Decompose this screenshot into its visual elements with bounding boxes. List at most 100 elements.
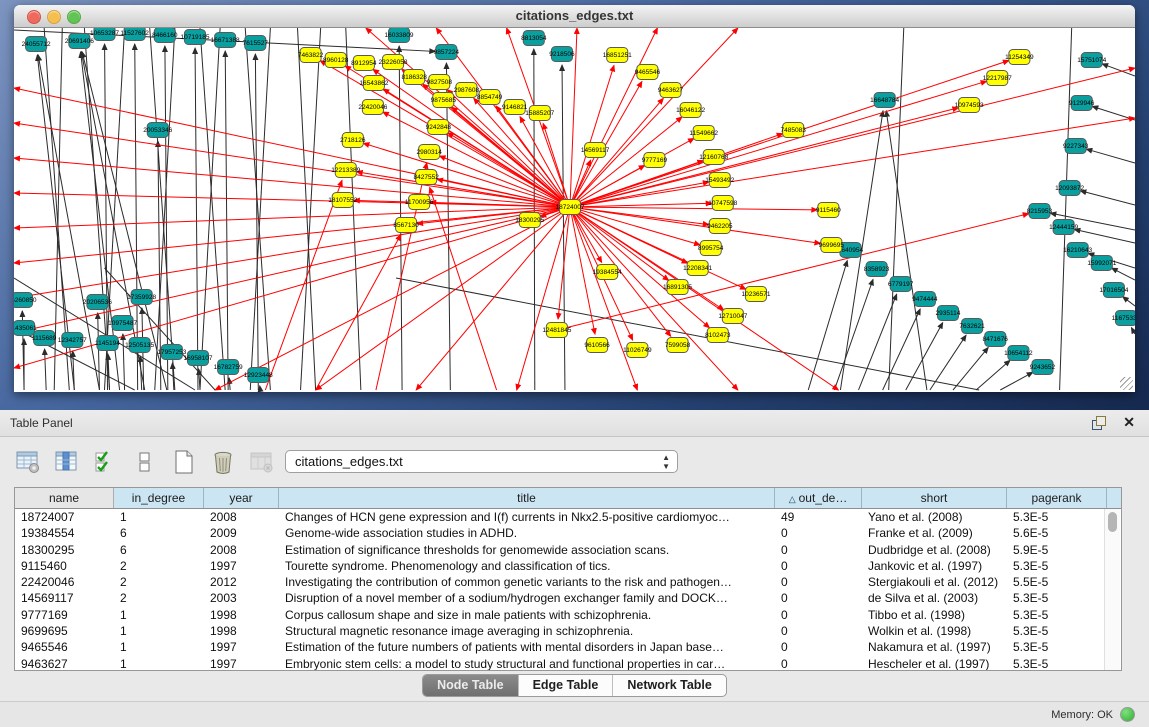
network-node-label: 9462205 [707, 223, 733, 230]
network-canvas[interactable]: 1872400724055712206914061065328711527602… [14, 28, 1135, 392]
network-node-label: 12505135 [125, 342, 154, 349]
column-header-short[interactable]: short [862, 488, 1007, 508]
network-node-label: 18724007 [555, 204, 584, 211]
table-cell: 5.9E-5 [1007, 542, 1107, 558]
table-cell: Corpus callosum shape and size in male p… [279, 607, 775, 623]
tab-node-table[interactable]: Node Table [423, 675, 518, 696]
network-node-label: 14569117 [581, 147, 610, 154]
table-cell: 5.3E-5 [1007, 590, 1107, 606]
table-cell: 9115460 [15, 558, 114, 574]
window-title: citations_edges.txt [14, 8, 1135, 23]
column-header-name[interactable]: name [15, 488, 114, 508]
row-height-button[interactable] [131, 448, 159, 476]
table-cell: Nakamura et al. (1997) [862, 639, 1007, 655]
network-node-label: 20053346 [143, 127, 172, 134]
table-row[interactable]: 1830029562008Estimation of significance … [15, 542, 1121, 558]
network-node-label: 2987608 [454, 87, 480, 94]
select-columns-button[interactable] [92, 448, 120, 476]
close-panel-icon[interactable]: ✕ [1123, 414, 1135, 430]
network-node-label: 7599058 [665, 342, 691, 349]
table-header-row: namein_degreeyeartitle△out_de…shortpager… [15, 488, 1121, 509]
network-node-label: 22420046 [358, 104, 387, 111]
checklist-icon [93, 449, 119, 475]
table-row[interactable]: 946554611997Estimation of the future num… [15, 639, 1121, 655]
network-node-label: 16210643 [1063, 247, 1092, 254]
network-node-label: 16648784 [870, 97, 899, 104]
table-cell: 0 [775, 639, 862, 655]
network-node-label: 10653287 [90, 30, 119, 37]
network-node-label: 8466160 [152, 32, 178, 39]
network-node-label: 10974593 [955, 102, 984, 109]
table-cell: 6 [114, 542, 204, 558]
network-node-label: 12444159 [1049, 224, 1078, 231]
network-node-label: 9827508 [427, 79, 453, 86]
table-cell: 1 [114, 509, 204, 525]
table-cell: 9463627 [15, 656, 114, 671]
table-row[interactable]: 1872400712008Changes of HCN gene express… [15, 509, 1121, 525]
table-selector-dropdown[interactable]: citations_edges.txt ▲▼ [285, 450, 678, 473]
network-node-label: 10654112 [1004, 350, 1033, 357]
table-row[interactable]: 1456911722003Disruption of a novel membe… [15, 590, 1121, 606]
network-node-label: 19384554 [593, 269, 622, 276]
network-node-label: 10747598 [708, 200, 737, 207]
table-cell: 2003 [204, 590, 279, 606]
column-header-year[interactable]: year [204, 488, 279, 508]
network-node-label: 15885207 [525, 110, 554, 117]
network-node-label: 16782759 [214, 364, 243, 371]
delete-columns-button[interactable] [209, 448, 237, 476]
table-row[interactable]: 2242004622012Investigating the contribut… [15, 574, 1121, 590]
network-node-label: 20691406 [65, 38, 94, 45]
network-node-label: 15493492 [705, 177, 734, 184]
delete-table-button[interactable] [248, 448, 276, 476]
new-document-icon [171, 449, 197, 475]
window-resize-grip[interactable] [1120, 377, 1133, 390]
table-row[interactable]: 911546021997Tourette syndrome. Phenomeno… [15, 558, 1121, 574]
float-panel-icon[interactable] [1091, 415, 1107, 431]
show-column-button[interactable] [53, 448, 81, 476]
network-node-label: 18300295 [515, 217, 544, 224]
table-row[interactable]: 946362711997Embryonic stem cells: a mode… [15, 656, 1121, 671]
node-table: namein_degreeyeartitle△out_de…shortpager… [14, 487, 1122, 671]
table-row[interactable]: 969969511998Structural magnetic resonanc… [15, 623, 1121, 639]
network-node-label: 7632621 [959, 323, 985, 330]
scrollbar-thumb[interactable] [1108, 512, 1117, 532]
table-delete-icon [249, 449, 275, 475]
table-row[interactable]: 977716911998Corpus callosum shape and si… [15, 607, 1121, 623]
table-row[interactable]: 1938455462009Genome-wide association stu… [15, 525, 1121, 541]
table-settings-icon [15, 449, 41, 475]
table-cell: 2 [114, 590, 204, 606]
window-title-bar[interactable]: citations_edges.txt [14, 5, 1135, 28]
network-node-label: 9857224 [434, 49, 460, 56]
table-mode-button[interactable] [14, 448, 42, 476]
network-node-label: 9610566 [584, 342, 610, 349]
table-cell: 22420046 [15, 574, 114, 590]
column-header-outde[interactable]: △out_de… [775, 488, 862, 508]
table-vertical-scrollbar[interactable] [1104, 509, 1120, 670]
table-cell: 2 [114, 574, 204, 590]
trash-icon [210, 449, 236, 475]
network-node-label: 9875685 [431, 97, 457, 104]
network-node-label: 15992071 [1087, 260, 1116, 267]
network-node-label: 12160768 [699, 154, 728, 161]
table-cell: de Silva et al. (2003) [862, 590, 1007, 606]
network-node-label: 9777169 [642, 157, 668, 164]
column-header-indegree[interactable]: in_degree [114, 488, 204, 508]
table-cell: Changes of HCN gene expression and I(f) … [279, 509, 775, 525]
table-cell: 2009 [204, 525, 279, 541]
table-cell: Yano et al. (2008) [862, 509, 1007, 525]
table-cell: Genome-wide association studies in ADHD. [279, 525, 775, 541]
tab-edge-table[interactable]: Edge Table [519, 675, 614, 696]
table-cell: 9699695 [15, 623, 114, 639]
network-node-label: 1145194 [95, 340, 120, 347]
network-node-label: 10975487 [108, 320, 137, 327]
column-header-pagerank[interactable]: pagerank [1007, 488, 1107, 508]
column-header-title[interactable]: title [279, 488, 775, 508]
table-selector-value: citations_edges.txt [295, 454, 403, 469]
table-cell: 5.5E-5 [1007, 574, 1107, 590]
table-cell: 18724007 [15, 509, 114, 525]
create-column-button[interactable] [170, 448, 198, 476]
network-node-label: 17957253 [157, 349, 186, 356]
tab-network-table[interactable]: Network Table [613, 675, 726, 696]
network-node-label: 8427552 [414, 174, 440, 181]
table-cell: 0 [775, 590, 862, 606]
